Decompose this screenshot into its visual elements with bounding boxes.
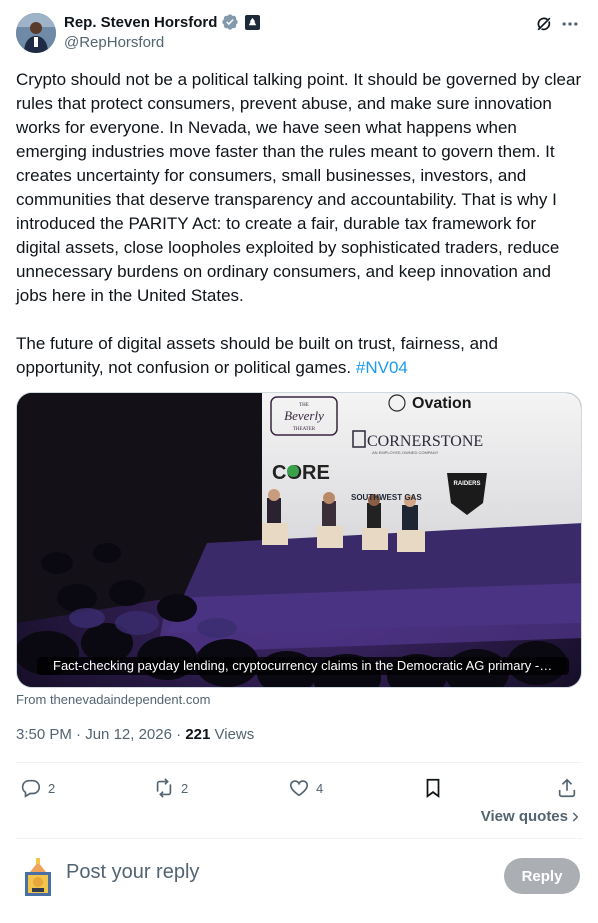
- share-button[interactable]: [556, 770, 578, 806]
- grok-icon: [537, 17, 551, 31]
- action-bar: 2 2 4: [16, 770, 582, 806]
- repost-icon: [156, 778, 172, 798]
- tweet-text: Crypto should not be a political talking…: [16, 68, 582, 380]
- tweet-header: Rep. Steven Horsford @RepHorsford: [16, 12, 582, 56]
- tweet-paragraph-2-text: The future of digital assets should be b…: [16, 334, 498, 377]
- view-quotes-label: View quotes: [480, 808, 568, 825]
- grok-button[interactable]: [532, 12, 556, 36]
- repost-count: 2: [181, 780, 189, 796]
- event-photo: THE Beverly THEATER Ovation CORNERSTONE …: [17, 393, 581, 687]
- like-count: 4: [316, 780, 324, 796]
- beverly-logo-bottom: THEATER: [293, 427, 316, 432]
- like-button[interactable]: 4: [288, 770, 323, 806]
- author-display-name[interactable]: Rep. Steven Horsford: [64, 14, 217, 31]
- raiders-logo-text: RAIDERS: [453, 481, 480, 487]
- reply-input[interactable]: Post your reply: [66, 861, 199, 884]
- heart-icon: [289, 780, 309, 797]
- reply-composer: Post your reply Reply: [16, 852, 582, 902]
- cornerstone-logo-sub: AN EMPLOYEE-OWNED COMPANY: [372, 450, 439, 455]
- more-options-button[interactable]: [558, 12, 582, 36]
- link-card-caption[interactable]: Fact-checking payday lending, cryptocurr…: [37, 657, 569, 675]
- bookmark-button[interactable]: [422, 770, 444, 806]
- tweet-meta: 3:50 PM · Jun 12, 2026 · 221 Views: [16, 726, 254, 743]
- reply-icon: [21, 779, 41, 798]
- government-badge-icon[interactable]: [245, 14, 261, 30]
- core-logo-icon: [287, 465, 299, 477]
- divider: [16, 762, 582, 763]
- share-icon: [558, 778, 576, 798]
- more-options-icon: [562, 22, 578, 26]
- reply-count: 2: [48, 780, 56, 796]
- reply-button[interactable]: 2: [20, 770, 55, 806]
- author-avatar[interactable]: [16, 13, 56, 53]
- cornerstone-logo-text: CORNERSTONE: [367, 433, 483, 450]
- meta-separator: ·: [76, 726, 82, 743]
- tweet-date[interactable]: Jun 12, 2026: [85, 726, 172, 743]
- link-card-image[interactable]: THE Beverly THEATER Ovation CORNERSTONE …: [16, 392, 582, 688]
- views-label: Views: [214, 726, 255, 743]
- view-quotes-link[interactable]: View quotes: [481, 808, 582, 825]
- link-source[interactable]: From thenevadaindependent.com: [16, 692, 210, 707]
- repost-button[interactable]: 2: [153, 770, 188, 806]
- ovation-logo-text: Ovation: [412, 395, 472, 412]
- bookmark-icon: [426, 778, 440, 798]
- verified-badge-icon[interactable]: [221, 13, 239, 31]
- southwest-logo-text: SOUTHWEST GAS: [351, 493, 422, 502]
- views-count: 221: [185, 726, 211, 743]
- chevron-right-icon: [572, 811, 579, 822]
- person-avatar-icon: [16, 13, 56, 53]
- tweet-paragraph-2: The future of digital assets should be b…: [16, 332, 582, 380]
- hashtag-link[interactable]: #NV04: [356, 358, 408, 377]
- core-logo-text: CORE: [272, 462, 330, 484]
- beverly-logo-text: Beverly: [284, 408, 324, 423]
- author-handle[interactable]: @RepHorsford: [64, 34, 260, 51]
- meta-separator: ·: [176, 726, 182, 743]
- user-avatar-icon[interactable]: [20, 858, 56, 896]
- tweet-paragraph-1: Crypto should not be a political talking…: [16, 70, 582, 305]
- divider: [16, 838, 582, 839]
- reply-submit-button[interactable]: Reply: [504, 858, 580, 894]
- tweet-time[interactable]: 3:50 PM: [16, 726, 72, 743]
- author-names: Rep. Steven Horsford @RepHorsford: [64, 12, 261, 51]
